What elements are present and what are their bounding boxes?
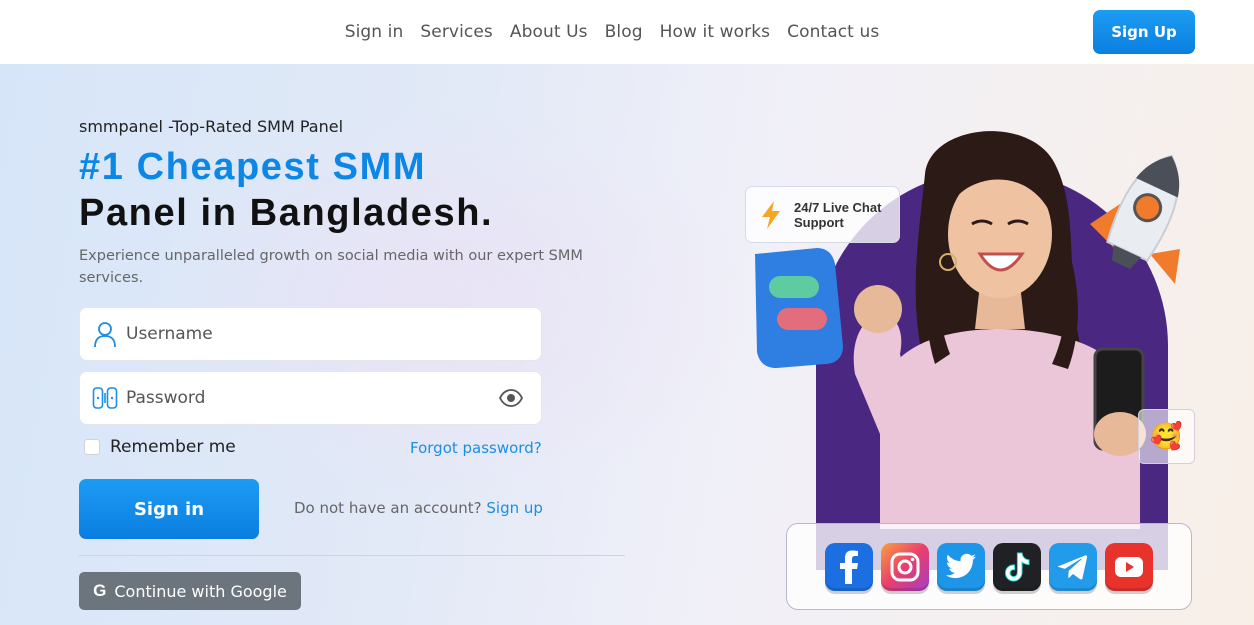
- nav-link-contact-us[interactable]: Contact us: [787, 22, 879, 42]
- hero-section: smmpanel -Top-Rated SMM Panel #1 Cheapes…: [0, 64, 1254, 625]
- woman-illustration: [853, 131, 1146, 529]
- instagram-icon[interactable]: [881, 542, 929, 591]
- hero-headline-accent: #1 Cheapest SMM: [79, 146, 427, 188]
- smiling-face-with-hearts-icon: 🥰: [1150, 421, 1183, 452]
- nav-link-sign-in[interactable]: Sign in: [345, 22, 404, 42]
- hero-tagline: smmpanel -Top-Rated SMM Panel: [79, 117, 344, 136]
- signup-link[interactable]: Sign up: [486, 499, 543, 517]
- nav-link-services[interactable]: Services: [420, 22, 493, 42]
- social-media-card: [786, 523, 1192, 610]
- google-button-label: Continue with Google: [114, 581, 287, 601]
- continue-with-google-button[interactable]: G Continue with Google: [79, 572, 301, 610]
- signin-button[interactable]: Sign in: [79, 479, 259, 539]
- password-input[interactable]: [126, 388, 486, 408]
- user-icon: [92, 320, 118, 348]
- form-divider: [79, 555, 625, 556]
- nav-link-blog[interactable]: Blog: [605, 22, 643, 42]
- forgot-password-link[interactable]: Forgot password?: [410, 439, 542, 457]
- remember-me-row: Remember me: [84, 437, 236, 457]
- twitter-icon[interactable]: [937, 542, 985, 591]
- hero-description: Experience unparalleled growth on social…: [79, 248, 583, 286]
- remember-me-checkbox[interactable]: [84, 439, 100, 455]
- username-field: [79, 307, 542, 361]
- hero-illustration: 24/7 Live Chat Support 🥰: [740, 64, 1254, 625]
- google-icon: G: [93, 581, 107, 600]
- chat-bubble-icon: [755, 248, 843, 368]
- facebook-icon[interactable]: [825, 542, 873, 591]
- nav-link-how-it-works[interactable]: How it works: [660, 22, 770, 42]
- top-navbar: Sign in Services About Us Blog How it wo…: [0, 0, 1254, 64]
- username-input[interactable]: [126, 324, 486, 344]
- password-field: [79, 371, 542, 425]
- live-chat-text: 24/7 Live Chat Support: [794, 199, 882, 230]
- nav-link-about-us[interactable]: About Us: [510, 22, 588, 42]
- live-chat-support-card: 24/7 Live Chat Support: [745, 186, 900, 243]
- no-account-row: Do not have an account? Sign up: [294, 499, 543, 517]
- signup-button[interactable]: Sign Up: [1093, 10, 1195, 54]
- emoji-card: 🥰: [1138, 409, 1195, 464]
- no-account-text: Do not have an account?: [294, 499, 482, 517]
- remember-me-label: Remember me: [110, 437, 236, 457]
- password-lock-icon: [92, 385, 118, 411]
- eye-icon[interactable]: [498, 388, 524, 412]
- nav-links: Sign in Services About Us Blog How it wo…: [345, 22, 880, 42]
- telegram-icon[interactable]: [1049, 542, 1097, 591]
- lightning-icon: [762, 200, 780, 229]
- hero-headline: Panel in Bangladesh.: [79, 192, 494, 234]
- youtube-icon[interactable]: [1105, 542, 1153, 591]
- tiktok-icon[interactable]: [993, 542, 1041, 591]
